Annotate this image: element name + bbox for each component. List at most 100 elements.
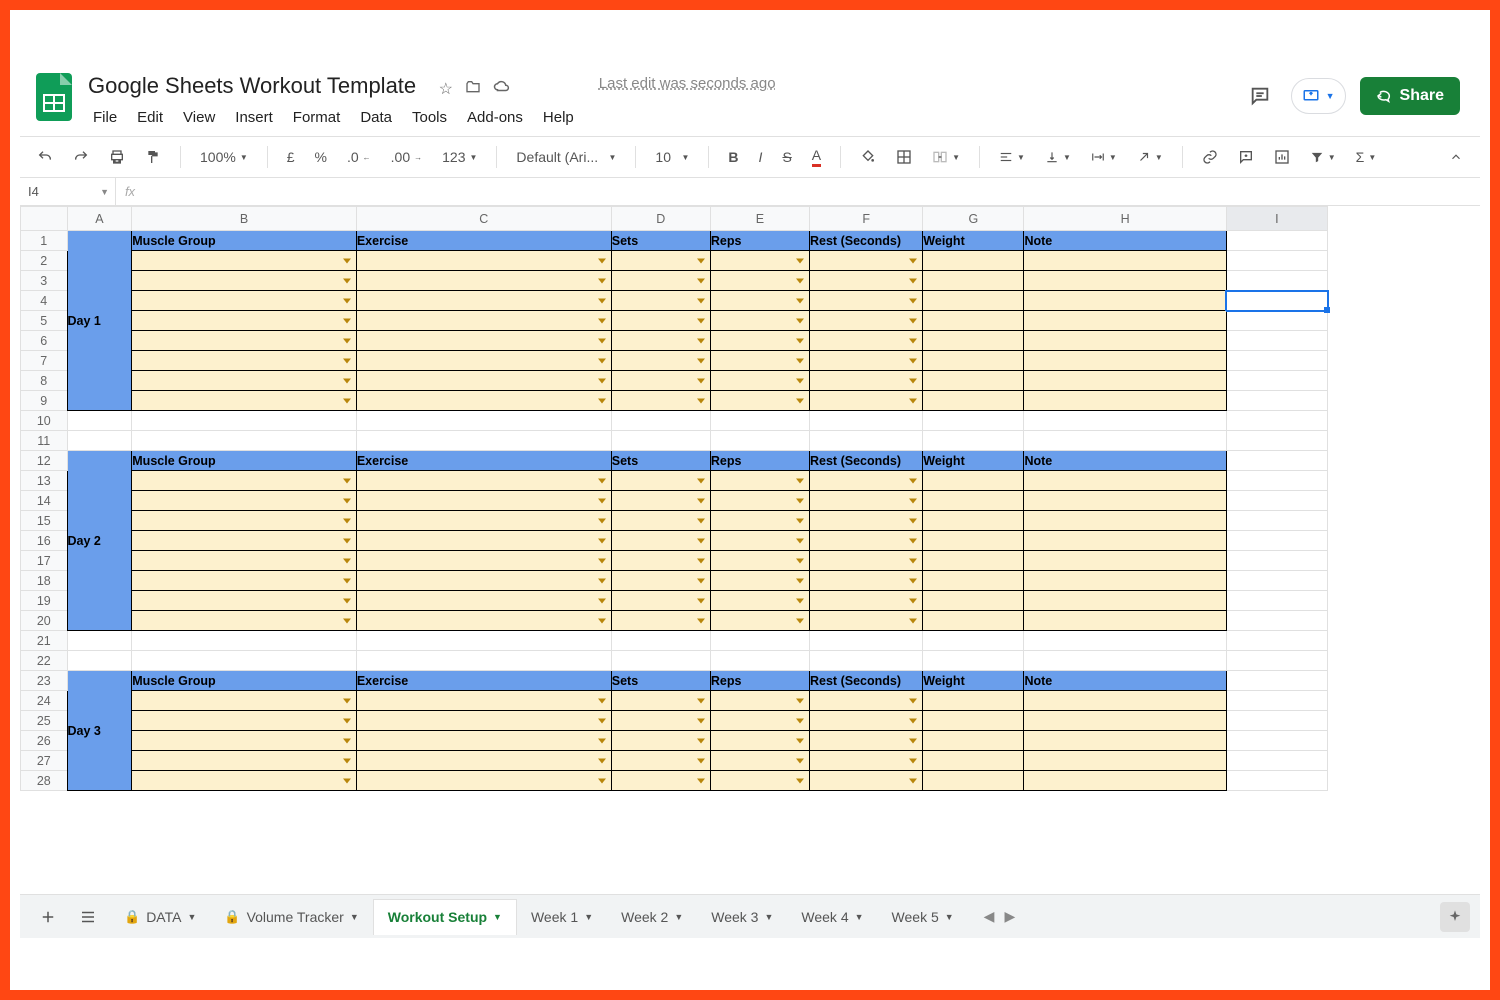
table-header[interactable]: Note	[1024, 451, 1226, 471]
input-cell[interactable]	[923, 491, 1024, 511]
row-header[interactable]: 28	[21, 771, 68, 791]
table-header[interactable]: Weight	[923, 451, 1024, 471]
menu-file[interactable]: File	[84, 105, 126, 130]
spreadsheet-grid[interactable]: ABCDEFGHI1Day 1Muscle GroupExerciseSetsR…	[20, 206, 1480, 890]
halign-button[interactable]: ▼	[994, 147, 1030, 167]
cell[interactable]	[1226, 531, 1327, 551]
dropdown-cell[interactable]	[710, 531, 809, 551]
strike-button[interactable]: S	[777, 146, 796, 168]
dropdown-cell[interactable]	[710, 711, 809, 731]
dropdown-cell[interactable]	[356, 351, 611, 371]
cell[interactable]	[1226, 591, 1327, 611]
dropdown-cell[interactable]	[611, 311, 710, 331]
percent-button[interactable]: %	[310, 146, 332, 168]
input-cell[interactable]	[923, 531, 1024, 551]
cell[interactable]	[132, 631, 357, 651]
dropdown-cell[interactable]	[132, 571, 357, 591]
last-edit-link[interactable]: Last edit was seconds ago	[599, 71, 776, 92]
input-cell[interactable]	[923, 731, 1024, 751]
tab-scroll-left-icon[interactable]: ◀	[984, 908, 995, 925]
row-header[interactable]: 12	[21, 451, 68, 471]
input-cell[interactable]	[1024, 351, 1226, 371]
input-cell[interactable]	[923, 751, 1024, 771]
all-sheets-button[interactable]	[70, 899, 106, 935]
row-header[interactable]: 22	[21, 651, 68, 671]
table-header[interactable]: Weight	[923, 671, 1024, 691]
fill-color-button[interactable]	[855, 146, 881, 168]
dropdown-cell[interactable]	[356, 251, 611, 271]
dropdown-cell[interactable]	[356, 591, 611, 611]
cell[interactable]	[1226, 611, 1327, 631]
currency-button[interactable]: £	[282, 146, 300, 168]
comment-button[interactable]	[1233, 146, 1259, 168]
cell[interactable]	[710, 431, 809, 451]
input-cell[interactable]	[1024, 291, 1226, 311]
dropdown-cell[interactable]	[611, 371, 710, 391]
dropdown-cell[interactable]	[810, 291, 923, 311]
cell[interactable]	[356, 411, 611, 431]
dropdown-cell[interactable]	[356, 531, 611, 551]
input-cell[interactable]	[1024, 531, 1226, 551]
dropdown-cell[interactable]	[356, 751, 611, 771]
dropdown-cell[interactable]	[611, 571, 710, 591]
dropdown-cell[interactable]	[611, 751, 710, 771]
dropdown-cell[interactable]	[710, 351, 809, 371]
dropdown-cell[interactable]	[810, 611, 923, 631]
dropdown-cell[interactable]	[611, 731, 710, 751]
formula-bar[interactable]	[144, 178, 1480, 205]
cell[interactable]	[1226, 311, 1327, 331]
dropdown-cell[interactable]	[611, 691, 710, 711]
dropdown-cell[interactable]	[810, 331, 923, 351]
menu-help[interactable]: Help	[534, 105, 583, 130]
cell[interactable]	[1024, 631, 1226, 651]
dropdown-cell[interactable]	[356, 391, 611, 411]
cell[interactable]	[1226, 571, 1327, 591]
cell[interactable]	[1226, 391, 1327, 411]
dropdown-cell[interactable]	[810, 711, 923, 731]
dropdown-cell[interactable]	[810, 391, 923, 411]
input-cell[interactable]	[923, 291, 1024, 311]
table-header[interactable]: Note	[1024, 671, 1226, 691]
col-header-F[interactable]: F	[810, 207, 923, 231]
dropdown-cell[interactable]	[356, 711, 611, 731]
input-cell[interactable]	[923, 611, 1024, 631]
sheet-tab-volume-tracker[interactable]: 🔒Volume Tracker▼	[210, 899, 372, 935]
cell[interactable]	[356, 631, 611, 651]
sheet-tab-week-1[interactable]: Week 1▼	[517, 899, 607, 935]
dropdown-cell[interactable]	[611, 251, 710, 271]
col-header-B[interactable]: B	[132, 207, 357, 231]
dropdown-cell[interactable]	[810, 351, 923, 371]
comments-icon[interactable]	[1243, 79, 1277, 113]
functions-button[interactable]: Σ▼	[1351, 146, 1382, 168]
cell[interactable]	[1226, 551, 1327, 571]
cell[interactable]	[810, 431, 923, 451]
table-header[interactable]: Exercise	[356, 231, 611, 251]
col-header-A[interactable]: A	[67, 207, 132, 231]
cell[interactable]	[67, 431, 132, 451]
day-label[interactable]: Day 3	[67, 671, 132, 791]
table-header[interactable]: Rest (Seconds)	[810, 231, 923, 251]
table-header[interactable]: Rest (Seconds)	[810, 671, 923, 691]
input-cell[interactable]	[923, 591, 1024, 611]
row-header[interactable]: 7	[21, 351, 68, 371]
cell[interactable]	[1226, 231, 1327, 251]
dropdown-cell[interactable]	[810, 511, 923, 531]
dropdown-cell[interactable]	[710, 611, 809, 631]
namebox[interactable]: I4▼	[20, 178, 116, 205]
dropdown-cell[interactable]	[356, 311, 611, 331]
cell[interactable]	[1226, 331, 1327, 351]
input-cell[interactable]	[1024, 751, 1226, 771]
cell[interactable]	[611, 431, 710, 451]
row-header[interactable]: 19	[21, 591, 68, 611]
row-header[interactable]: 13	[21, 471, 68, 491]
input-cell[interactable]	[1024, 611, 1226, 631]
row-header[interactable]: 2	[21, 251, 68, 271]
font-select[interactable]: Default (Ari... ▼	[511, 146, 621, 168]
cell[interactable]	[923, 411, 1024, 431]
col-header-E[interactable]: E	[710, 207, 809, 231]
bold-button[interactable]: B	[723, 146, 743, 168]
dropdown-cell[interactable]	[710, 771, 809, 791]
dropdown-cell[interactable]	[356, 271, 611, 291]
menu-insert[interactable]: Insert	[226, 105, 282, 130]
dropdown-cell[interactable]	[710, 571, 809, 591]
